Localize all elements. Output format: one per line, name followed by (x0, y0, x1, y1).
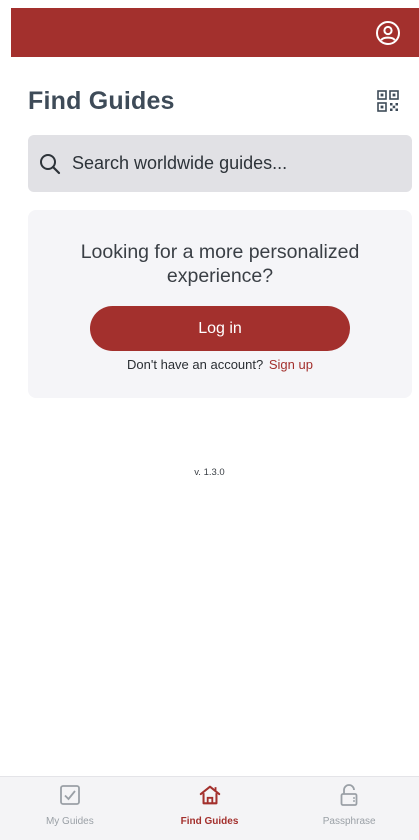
login-prompt-text: Looking for a more personalized experien… (80, 241, 360, 287)
login-prompt-card: Looking for a more personalized experien… (28, 210, 412, 398)
search-bar[interactable] (28, 135, 412, 192)
tab-label: Passphrase (322, 816, 376, 827)
search-input[interactable] (72, 153, 392, 174)
tab-passphrase[interactable]: Passphrase (279, 777, 419, 840)
lock-icon (337, 783, 361, 807)
home-icon (198, 783, 222, 807)
qr-scan-button[interactable] (376, 89, 400, 113)
page-header: Find Guides (28, 84, 400, 118)
tab-label: My Guides (45, 816, 94, 827)
search-icon (38, 152, 62, 176)
signup-row: Don't have an account? Sign up (28, 357, 412, 372)
signup-link[interactable]: Sign up (269, 357, 313, 372)
tab-my-guides[interactable]: My Guides (0, 777, 140, 840)
checkbox-icon (58, 783, 82, 807)
user-circle-icon (376, 21, 400, 45)
page-title: Find Guides (28, 86, 175, 115)
profile-button[interactable] (375, 20, 401, 46)
login-button[interactable]: Log in (90, 306, 350, 351)
tab-find-guides[interactable]: Find Guides (140, 777, 280, 840)
tab-label: Find Guides (180, 816, 239, 827)
top-app-bar (11, 8, 419, 57)
bottom-tab-bar: My Guides Find Guides Passphrase (0, 776, 419, 840)
no-account-text: Don't have an account? (127, 357, 264, 372)
qr-code-icon (377, 90, 399, 112)
app-version: v. 1.3.0 (194, 467, 225, 478)
